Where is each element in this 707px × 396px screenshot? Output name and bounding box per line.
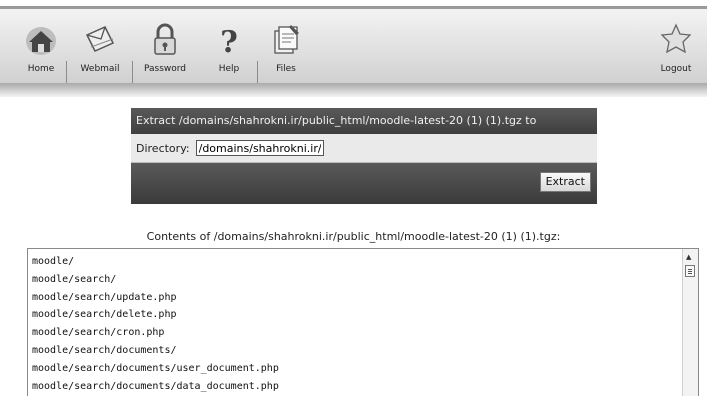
list-item: moodle/search/update.php: [32, 291, 177, 303]
files-label: Files: [276, 64, 296, 74]
directory-row: Directory:: [131, 134, 597, 163]
extract-panel: Extract /domains/shahrokni.ir/public_htm…: [131, 108, 597, 204]
password-label: Password: [143, 64, 187, 74]
directory-label: Directory:: [136, 141, 190, 155]
svg-text:?: ?: [220, 25, 238, 59]
scrollbar-thumb[interactable]: [685, 265, 695, 277]
extract-button[interactable]: Extract: [539, 172, 591, 192]
directory-input[interactable]: [195, 140, 324, 156]
extract-title: Extract /domains/shahrokni.ir/public_htm…: [131, 108, 597, 134]
home-button[interactable]: Home: [10, 13, 72, 85]
logout-icon: [660, 23, 692, 54]
scroll-up-arrow-icon[interactable]: ▲: [686, 253, 691, 261]
lock-icon: [154, 23, 176, 55]
question-mark-icon: ?: [220, 25, 238, 59]
webmail-button[interactable]: Webmail: [69, 13, 131, 85]
list-item: moodle/search/: [32, 273, 117, 285]
extract-footer: Extract: [131, 163, 597, 204]
toolbar-divider: [66, 61, 67, 85]
list-item: moodle/search/delete.php: [32, 309, 177, 321]
contents-listbox[interactable]: moodle/moodle/search/moodle/search/updat…: [27, 248, 699, 396]
contents-title: Contents of /domains/shahrokni.ir/public…: [146, 230, 561, 243]
webmail-icon: [85, 26, 115, 52]
contents-list: moodle/moodle/search/moodle/search/updat…: [32, 253, 279, 395]
list-item: moodle/: [32, 256, 75, 267]
password-button[interactable]: Password: [134, 13, 196, 85]
toolbar-divider: [132, 61, 133, 85]
files-icon: [274, 25, 299, 54]
webmail-label: Webmail: [80, 64, 120, 74]
top-toolbar: Home Webmail Password ? Help Files Logou…: [0, 6, 707, 86]
logout-label: Logout: [660, 64, 692, 74]
files-button[interactable]: Files: [255, 13, 317, 85]
scrollbar[interactable]: ▲: [682, 249, 698, 396]
help-label: Help: [218, 64, 240, 74]
help-button[interactable]: ? Help: [198, 13, 260, 85]
home-label: Home: [27, 64, 55, 74]
list-item: moodle/search/documents/data_document.ph…: [32, 380, 279, 392]
toolbar-shadow: [0, 83, 707, 97]
list-item: moodle/search/cron.php: [32, 327, 165, 339]
list-item: moodle/search/documents/: [32, 344, 177, 356]
list-item: moodle/search/documents/user_document.ph…: [32, 362, 279, 374]
logout-button[interactable]: Logout: [645, 13, 707, 85]
home-icon: [26, 27, 56, 55]
